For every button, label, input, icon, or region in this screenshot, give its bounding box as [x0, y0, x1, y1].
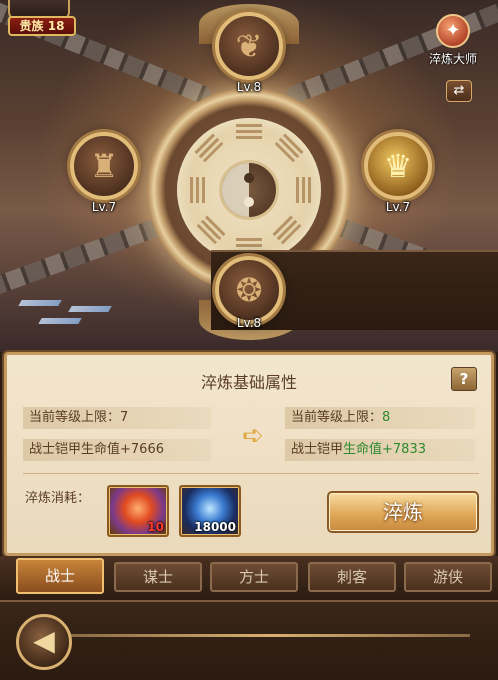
cost-item-experience-orb[interactable]: 18000 — [179, 485, 241, 537]
current-limit-label: 当前等级上限： — [29, 410, 121, 425]
armor-icon: ♜ — [89, 147, 119, 185]
next-hp-value: 生命值+7833 — [343, 442, 426, 457]
trigram — [272, 133, 304, 165]
help-button[interactable]: ? — [451, 367, 477, 391]
floor-tile — [18, 300, 62, 306]
pendant-icon: ❂ — [235, 271, 263, 309]
cost-label: 淬炼消耗： — [25, 491, 91, 506]
tab-warrior[interactable]: 战士 — [16, 558, 104, 594]
next-limit-value: 8 — [382, 410, 391, 425]
helmet-icon: ♛ — [383, 147, 413, 185]
equip-slot-right[interactable]: ♛ Lv.7 — [360, 128, 436, 214]
arrow-right-icon: ➪ — [242, 421, 264, 451]
slot-level: Lv.7 — [385, 200, 411, 214]
slot-level: Lv.8 — [236, 316, 262, 330]
slot-level: Lv.7 — [91, 200, 117, 214]
current-hp-value: 7666 — [130, 442, 164, 457]
next-hp-label: 战士铠甲 — [291, 442, 344, 457]
bottom-bar: ◀ — [0, 600, 498, 680]
current-limit-value: 7 — [120, 410, 129, 425]
next-limit-label: 当前等级上限： — [291, 410, 383, 425]
cost-item-fire-stone[interactable]: 10 — [107, 485, 169, 537]
refine-master-label: 淬炼大师 — [428, 52, 477, 66]
slot-level: Lv.8 — [236, 80, 262, 94]
item-count: 18000 — [194, 520, 236, 534]
equipment-scene: 贵族 18 ✦ 淬炼大师 ⇄ ❦ Lv.8 ♜ Lv.7 ♛ Lv.7 ❂ Lv… — [0, 0, 498, 352]
tab-ranger[interactable]: 游侠 — [404, 562, 492, 592]
gauntlet-icon: ❦ — [235, 27, 263, 65]
trigram — [194, 215, 226, 247]
item-count: 10 — [147, 520, 164, 534]
trigram — [293, 177, 311, 203]
swap-button[interactable]: ⇄ — [446, 80, 472, 102]
trigram — [194, 133, 226, 165]
trigram — [187, 177, 205, 203]
equip-slot-top[interactable]: ❦ Lv.8 — [211, 8, 287, 94]
bottom-divider — [70, 634, 470, 637]
equip-slot-left[interactable]: ♜ Lv.7 — [66, 128, 142, 214]
back-arrow-icon: ◀ — [33, 624, 55, 657]
bagua-inner — [177, 118, 321, 262]
back-button[interactable]: ◀ — [16, 614, 72, 670]
yinyang-icon — [219, 160, 279, 220]
next-hp-stat: 战士铠甲生命值+7833 — [285, 439, 475, 461]
tab-strategist[interactable]: 谋士 — [114, 562, 202, 592]
trigram — [236, 124, 262, 142]
refine-button[interactable]: 淬炼 — [327, 491, 479, 533]
class-tabs: 战士 谋士 方士 刺客 游侠 — [0, 556, 498, 600]
refine-attribute-panel: 淬炼基础属性 ? 当前等级上限：7 战士铠甲生命值+7666 ➪ 当前等级上限：… — [4, 352, 494, 556]
equip-slot-bottom[interactable]: ❂ Lv.8 — [211, 250, 498, 330]
swap-icon: ⇄ — [453, 83, 465, 98]
tab-mystic[interactable]: 方士 — [210, 562, 298, 592]
current-hp-label: 战士铠甲生命值+ — [29, 442, 131, 457]
floor-tile — [38, 318, 82, 324]
divider — [23, 473, 479, 474]
current-hp-stat: 战士铠甲生命值+7666 — [23, 439, 211, 461]
panel-title: 淬炼基础属性 — [200, 373, 297, 392]
floor-tile — [68, 306, 112, 312]
refine-master-button[interactable]: ✦ 淬炼大师 — [420, 14, 486, 70]
noble-badge[interactable]: 贵族 18 — [8, 16, 76, 36]
tab-assassin[interactable]: 刺客 — [308, 562, 396, 592]
trigram — [272, 215, 304, 247]
next-limit-stat: 当前等级上限：8 — [285, 407, 475, 429]
current-limit-stat: 当前等级上限：7 — [23, 407, 211, 429]
refine-master-icon: ✦ — [436, 14, 470, 48]
